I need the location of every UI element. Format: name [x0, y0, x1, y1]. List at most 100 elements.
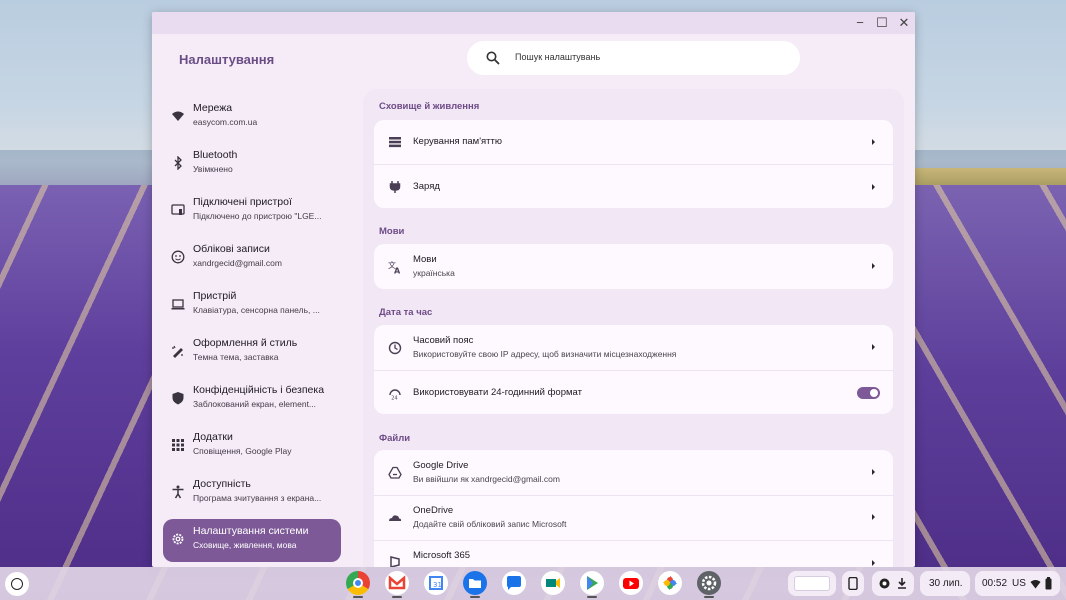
bluetooth-icon	[174, 156, 182, 170]
sidebar-item-label: Доступність	[193, 478, 251, 490]
sidebar-item-label: Підключені пристрої	[193, 196, 292, 208]
onedrive-icon	[389, 515, 402, 521]
power-row[interactable]: Заряд	[374, 165, 893, 208]
sidebar-item-personalization[interactable]: Оформлення й стиль Темна тема, заставка	[163, 331, 341, 374]
time-format-icon: 24	[389, 389, 401, 401]
row-label: OneDrive	[413, 505, 454, 516]
search-icon	[486, 51, 500, 65]
row-sublabel: Додайте свій обліковий запис Microsoft	[413, 519, 567, 529]
wallpaper-field-strip	[914, 168, 1066, 186]
gmail-icon[interactable]	[385, 571, 409, 598]
row-label: Часовий пояс	[413, 335, 474, 346]
close-button[interactable]: ✕	[896, 15, 912, 31]
section-title-languages: Мови	[379, 226, 405, 237]
chevron-right-icon	[872, 560, 875, 566]
sidebar-item-label: Оформлення й стиль	[193, 337, 298, 349]
search-input[interactable]: Пошук налаштувань	[467, 41, 800, 75]
sidebar-item-accounts[interactable]: Облікові записи xandrgecid@gmail.com	[163, 237, 341, 280]
main-panel: Сховище й живлення Керування пам'яттю За…	[363, 89, 904, 567]
chrome-icon[interactable]	[346, 571, 370, 598]
wallpaper-lavender-field-right	[914, 185, 1066, 600]
status-area[interactable]: 00:52 US	[975, 571, 1060, 596]
microsoft-365-icon	[390, 556, 400, 567]
sidebar-item-connected-devices[interactable]: Підключені пристрої Підключено до пристр…	[163, 190, 341, 233]
sidebar-item-sublabel: Темна тема, заставка	[193, 352, 279, 362]
microsoft-365-row[interactable]: Microsoft 365	[374, 541, 893, 567]
row-label: Google Drive	[413, 460, 469, 471]
row-label: Заряд	[413, 181, 440, 192]
section-title-date-time: Дата та час	[379, 307, 433, 318]
sidebar-item-sublabel: xandrgecid@gmail.com	[193, 258, 282, 268]
section-title-storage-power: Сховище й живлення	[379, 101, 480, 112]
date-tray[interactable]: 30 лип.	[920, 571, 970, 596]
holding-space-tray[interactable]	[788, 571, 836, 596]
sidebar-item-label: Додатки	[193, 431, 233, 443]
launcher-button[interactable]	[5, 572, 29, 596]
settings-icon[interactable]	[697, 571, 721, 598]
storage-management-row[interactable]: Керування пам'яттю	[374, 120, 893, 164]
chevron-right-icon	[872, 514, 875, 520]
svg-text:31: 31	[433, 581, 442, 589]
gear-icon	[172, 533, 184, 545]
row-sublabel: українська	[413, 268, 455, 278]
minimize-button[interactable]: −	[852, 15, 868, 31]
running-indicator	[353, 596, 363, 598]
connected-devices-icon	[171, 204, 185, 215]
sidebar-item-network[interactable]: Мережа easycom.com.ua	[163, 96, 341, 139]
photos-icon[interactable]	[658, 571, 682, 595]
time-zone-row[interactable]: Часовий пояс Використовуйте свою IP адре…	[374, 325, 893, 370]
messages-icon[interactable]	[502, 571, 526, 595]
time-label: 00:52	[982, 578, 1008, 589]
sidebar-item-sublabel: Клавіатура, сенсорна панель, ...	[193, 305, 320, 315]
onedrive-row[interactable]: OneDrive Додайте свій обліковий запис Mi…	[374, 496, 893, 540]
sidebar-item-sublabel: easycom.com.ua	[193, 117, 258, 127]
svg-text:A: A	[394, 267, 401, 275]
notification-tray[interactable]	[872, 571, 914, 596]
keyboard-layout: US	[1012, 578, 1026, 589]
accessibility-icon	[172, 485, 184, 499]
time-format-row: 24 Використовувати 24-годинний формат	[374, 371, 893, 414]
download-icon	[898, 578, 906, 589]
phone-icon	[848, 577, 858, 590]
sidebar-item-system-preferences[interactable]: Налаштування системи Сховище, живлення, …	[163, 519, 341, 562]
youtube-icon[interactable]	[619, 571, 643, 595]
google-drive-row[interactable]: Google Drive Ви ввійшли як xandrgecid@gm…	[374, 450, 893, 495]
sidebar-item-apps[interactable]: Додатки Сповіщення, Google Play	[163, 425, 341, 468]
sidebar-item-label: Мережа	[193, 102, 233, 114]
chevron-right-icon	[872, 139, 875, 145]
sidebar-item-bluetooth[interactable]: Bluetooth Увімкнено	[163, 143, 341, 186]
running-indicator	[704, 596, 714, 598]
files-card: Google Drive Ви ввійшли як xandrgecid@gm…	[374, 450, 893, 567]
languages-card: 文A Мови українська	[374, 244, 893, 289]
google-drive-icon	[388, 466, 402, 479]
row-label: Мови	[413, 254, 437, 265]
battery-icon	[1045, 577, 1052, 590]
laptop-icon	[171, 299, 185, 310]
shield-icon	[172, 392, 184, 405]
sidebar-item-privacy-security[interactable]: Конфіденційність і безпека Заблокований …	[163, 378, 341, 421]
maximize-button[interactable]: ☐	[874, 15, 890, 31]
running-indicator	[470, 596, 480, 598]
chevron-right-icon	[872, 184, 875, 190]
storage-icon	[389, 137, 401, 148]
shelf: 31 30 лип. 00:52 US	[0, 567, 1066, 600]
toggle-knob	[870, 389, 878, 397]
sidebar-item-device[interactable]: Пристрій Клавіатура, сенсорна панель, ..…	[163, 284, 341, 327]
row-label: Microsoft 365	[413, 550, 471, 561]
storage-power-card: Керування пам'яттю Заряд	[374, 120, 893, 208]
files-icon[interactable]	[463, 571, 487, 598]
calendar-icon[interactable]: 31	[424, 571, 448, 595]
meet-icon[interactable]	[541, 571, 565, 595]
launcher-icon	[11, 578, 23, 590]
sidebar-item-sublabel: Підключено до пристрою "LGE...	[193, 211, 322, 221]
languages-row[interactable]: 文A Мови українська	[374, 244, 893, 289]
apps-grid-icon	[172, 439, 184, 451]
settings-window: − ☐ ✕ Налаштування Пошук налаштувань Мер…	[152, 12, 915, 567]
24-hour-toggle[interactable]	[857, 387, 880, 399]
play-store-icon[interactable]	[580, 571, 604, 598]
sidebar-item-label: Bluetooth	[193, 149, 238, 161]
svg-text:24: 24	[391, 396, 397, 401]
sidebar-item-accessibility[interactable]: Доступність Програма зчитування з екрана…	[163, 472, 341, 515]
date-time-card: Часовий пояс Використовуйте свою IP адре…	[374, 325, 893, 414]
phone-hub-button[interactable]	[842, 571, 864, 596]
